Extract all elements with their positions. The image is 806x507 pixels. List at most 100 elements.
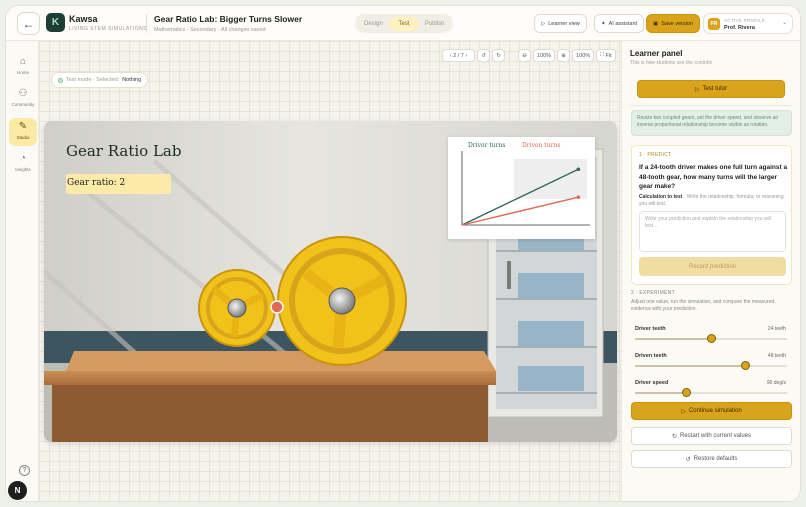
learner-view-label: Learner view xyxy=(548,20,580,27)
user-badge[interactable]: N xyxy=(8,481,27,500)
panel-divider xyxy=(630,105,792,106)
save-version-label: Save version xyxy=(661,20,693,27)
community-icon: ⚇ xyxy=(18,88,28,99)
test-tutor-label: Test tutor xyxy=(702,86,728,92)
slider-thumb[interactable] xyxy=(706,334,716,343)
sidebar-item-label: Home xyxy=(16,70,29,75)
help-icon[interactable]: ? xyxy=(19,465,30,476)
predict-card: 1 · PREDICT If a 24-tooth driver makes o… xyxy=(631,145,792,285)
learner-panel: Learner panel This is how students see t… xyxy=(621,41,800,501)
restore-icon: ↺ xyxy=(685,456,691,463)
slider-thumb[interactable] xyxy=(741,361,751,370)
series-point-driven xyxy=(576,195,581,199)
back-button[interactable]: ← xyxy=(17,12,40,35)
selected-value: Nothing xyxy=(122,77,142,83)
fit-button[interactable]: ⛶ Fit xyxy=(596,49,616,62)
sparkle-icon: ✦ xyxy=(601,20,606,27)
panel-subtitle: This is how students see the controls xyxy=(630,60,712,66)
page-tools: ‹ 2 / 7 › ↺ ↻ xyxy=(442,49,505,62)
learner-view-button[interactable]: ▷ Learner view xyxy=(534,14,587,33)
mode-switcher: Design Test Publish xyxy=(355,14,453,33)
chevron-down-icon: ⌄ xyxy=(781,20,787,26)
restart-icon: ↻ xyxy=(671,433,677,440)
arrow-left-icon: ← xyxy=(22,16,35,31)
zoom-out-icon[interactable]: ⊖ xyxy=(518,49,531,62)
fit-icon: ⛶ xyxy=(600,52,605,58)
intro-note: Resize two coupled gears, set the driver… xyxy=(631,110,792,136)
driven-teeth-slider[interactable] xyxy=(635,361,787,370)
sidebar-item-community[interactable]: ⚇ Community xyxy=(9,85,37,113)
driver-speed-label: Driver speed xyxy=(635,380,669,386)
play-icon: ▷ xyxy=(681,408,686,415)
document-meta: Mathematics · Secondary · All changes sa… xyxy=(154,27,266,33)
scene-title: Gear Ratio Lab xyxy=(66,142,182,160)
continue-label: Continue simulation xyxy=(688,408,742,414)
slider-thumb[interactable] xyxy=(682,388,692,397)
zoom-level: 100% xyxy=(533,49,556,62)
graph-plot xyxy=(461,151,590,226)
series-point-driver xyxy=(576,167,581,172)
ai-assistant-button[interactable]: ✦ AI assistant xyxy=(594,14,645,33)
driver-speed-value: 90 deg/s xyxy=(766,380,786,386)
driver-teeth-label: Driver teeth xyxy=(635,326,666,332)
record-prediction-button[interactable]: Record prediction xyxy=(639,257,786,276)
home-icon: ⌂ xyxy=(19,56,27,67)
header-divider xyxy=(146,14,147,33)
tab-test[interactable]: Test xyxy=(388,16,420,31)
selection-status: Test mode · Selected: Nothing xyxy=(51,72,149,88)
tab-design[interactable]: Design xyxy=(358,17,389,31)
mode-status-text: Test mode · Selected: xyxy=(66,77,120,83)
restart-label: Restart with current values xyxy=(680,433,752,439)
driver-speed-slider[interactable] xyxy=(635,388,787,397)
driver-teeth-value: 24 teeth xyxy=(767,326,786,332)
calc-label: Calculation to test xyxy=(639,194,683,200)
page-indicator[interactable]: ‹ 2 / 7 › xyxy=(442,49,475,62)
driven-teeth-value: 48 teeth xyxy=(767,353,786,359)
driver-gear[interactable] xyxy=(198,269,276,347)
undo-icon[interactable]: ↺ xyxy=(477,49,490,62)
restart-button[interactable]: ↻ Restart with current values xyxy=(631,427,792,445)
sidebar-item-insights[interactable]: ◔ Insights xyxy=(9,150,37,178)
continue-simulation-button[interactable]: ▷ Continue simulation xyxy=(631,402,792,420)
save-icon: ▣ xyxy=(653,20,659,27)
prediction-textarea[interactable]: Write your prediction and explain the re… xyxy=(639,211,786,252)
test-tutor-button[interactable]: ▷ Test tutor xyxy=(637,80,785,98)
document-title: Gear Ratio Lab: Bigger Turns Slower xyxy=(154,14,303,24)
sidebar-item-label: Studio xyxy=(16,135,30,140)
series-line-driven xyxy=(461,196,579,226)
fit-label: Fit xyxy=(605,52,612,59)
predict-label: 1 · PREDICT xyxy=(639,152,672,158)
profile-switcher[interactable]: PR ACTIVE PROFILE Prof. Rivera ⌄ xyxy=(703,13,793,34)
brand-logo: K xyxy=(46,13,65,32)
panel-title: Learner panel xyxy=(630,49,683,58)
left-nav: ⌂ Home ⚇ Community ✎ Studio ◔ Insights ?… xyxy=(6,41,39,501)
turns-graph: Driver turns Driven turns xyxy=(448,137,595,239)
sidebar-item-home[interactable]: ⌂ Home xyxy=(9,53,37,81)
zoom-reset[interactable]: 100% xyxy=(572,49,595,62)
stage-canvas: ‹ 2 / 7 › ↺ ↻ ⊖ 100% ⊕ 100% ⛶ Fit Test m… xyxy=(39,41,621,501)
play-icon: ▷ xyxy=(694,86,700,93)
contact-point xyxy=(270,300,284,314)
driven-gear[interactable] xyxy=(277,236,407,366)
driven-teeth-label: Driven teeth xyxy=(635,353,667,359)
save-version-button[interactable]: ▣ Save version xyxy=(646,14,700,33)
avatar: PR xyxy=(708,18,720,30)
simulation-scene[interactable]: Gear Ratio Lab Gear ratio: 2 Driver turn… xyxy=(44,121,617,442)
prediction-question: If a 24-tooth driver makes one full turn… xyxy=(639,164,788,190)
sidebar-item-label: Insights xyxy=(15,167,31,172)
restore-defaults-button[interactable]: ↺ Restore defaults xyxy=(631,450,792,468)
insights-icon: ◔ xyxy=(19,153,27,164)
restore-label: Restore defaults xyxy=(693,456,738,462)
experiment-description: Adjust one value, run the simulation, an… xyxy=(631,299,775,312)
experiment-label: 2 · EXPERIMENT xyxy=(631,290,675,296)
profile-caption: ACTIVE PROFILE xyxy=(724,18,765,23)
sidebar-item-studio[interactable]: ✎ Studio xyxy=(9,118,37,146)
profile-name: Prof. Rivera xyxy=(724,25,755,31)
zoom-in-icon[interactable]: ⊕ xyxy=(557,49,571,62)
calc-hint: Calculation to test · Write the relation… xyxy=(639,194,784,207)
tab-publish[interactable]: Publish xyxy=(419,17,450,31)
driver-teeth-slider[interactable] xyxy=(635,334,787,343)
zoom-tools: ⊖ 100% ⊕ 100% ⛶ Fit xyxy=(518,49,616,62)
redo-icon[interactable]: ↻ xyxy=(492,49,505,62)
graph-shade xyxy=(514,159,587,199)
